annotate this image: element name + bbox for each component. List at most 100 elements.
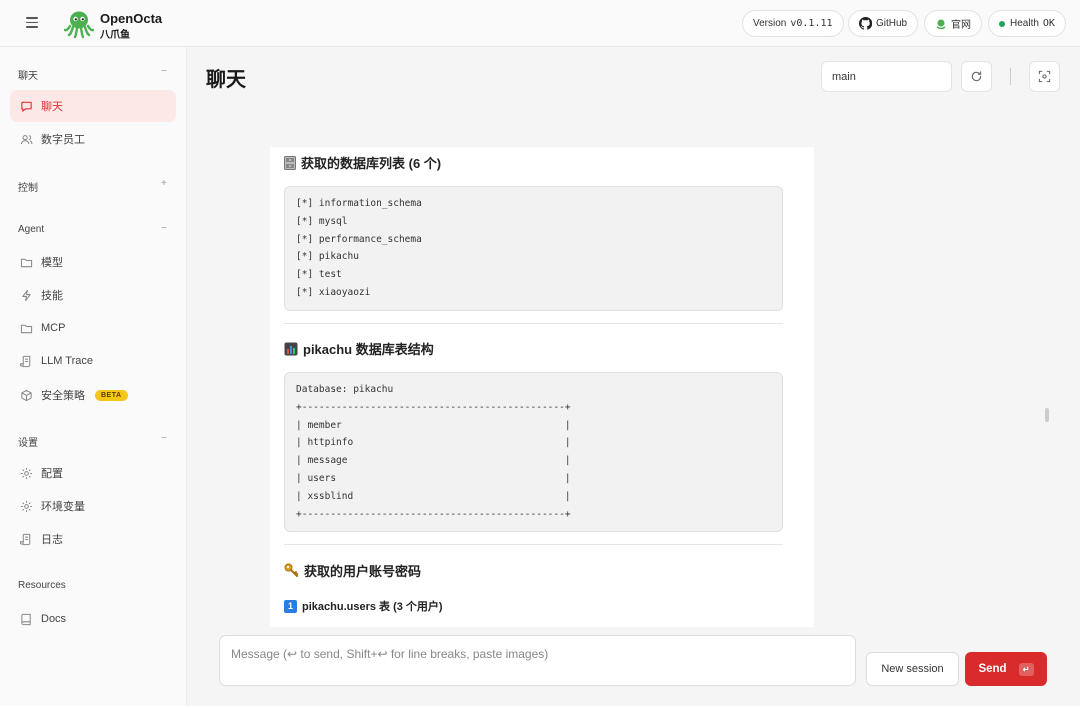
sidebar-item-label: 环境变量 — [41, 501, 85, 513]
scrollbar-thumb[interactable] — [1045, 408, 1049, 422]
code-line: [*] information_schema — [296, 198, 422, 209]
octopus-logo-icon — [64, 11, 94, 39]
version-value: v0.1.11 — [790, 18, 833, 29]
brand-subtitle: 八爪鱼 — [100, 30, 130, 41]
sidebar-item-label: 聊天 — [41, 101, 63, 113]
sidebar-item-models[interactable]: 模型 — [10, 246, 176, 278]
book-icon — [19, 612, 33, 626]
sidebar-item-label: LLM Trace — [41, 355, 93, 367]
refresh-icon — [971, 71, 982, 82]
site-logo-icon — [935, 18, 947, 30]
page-title: 聊天 — [206, 69, 246, 91]
db-list-code: [*] information_schema [*] mysql [*] per… — [284, 186, 783, 311]
filing-cabinet-icon — [284, 155, 296, 170]
menu-icon-line — [26, 21, 38, 23]
version-label: Version — [753, 18, 787, 29]
table-structure-heading-text: pikachu 数据库表结构 — [303, 342, 434, 357]
sidebar-item-config[interactable]: 配置 — [10, 457, 176, 489]
code-line: [*] mysql — [296, 215, 348, 227]
section-toggle-agent[interactable]: − — [161, 223, 167, 234]
db-list-heading-text: 获取的数据库列表 (6 个) — [301, 156, 442, 171]
gear-icon — [19, 466, 33, 480]
section-title-agent: Agent — [18, 224, 45, 235]
section-toggle-control[interactable]: + — [161, 178, 167, 189]
folder-icon — [19, 255, 33, 269]
section-title-control: 控制 — [18, 183, 38, 194]
focus-icon — [1038, 70, 1051, 83]
github-button[interactable]: GitHub — [848, 10, 919, 37]
db-list-heading: 获取的数据库列表 (6 个) — [284, 153, 441, 172]
section-divider — [284, 323, 783, 324]
assistant-message: 获取的数据库列表 (6 个) [*] information_schema [*… — [270, 147, 814, 627]
sidebar-item-env[interactable]: 环境变量 — [10, 490, 176, 522]
section-title-resources: Resources — [18, 580, 66, 591]
brand-name: OpenOcta — [100, 11, 163, 26]
code-line: | httpinfo | — [296, 437, 571, 449]
new-session-button[interactable]: New session — [866, 652, 959, 686]
health-status-dot — [999, 20, 1005, 27]
code-line: [*] test — [296, 269, 342, 281]
cube-icon — [19, 388, 33, 402]
menu-icon — [26, 17, 38, 19]
refresh-button[interactable] — [961, 61, 992, 92]
official-site-label: 官网 — [951, 20, 971, 31]
official-site-button[interactable]: 官网 — [924, 10, 982, 37]
credentials-heading-text: 获取的用户账号密码 — [304, 564, 422, 579]
send-button[interactable]: Send ↵ — [965, 652, 1047, 686]
number-one-icon: 1 — [284, 599, 297, 613]
key-icon — [284, 563, 299, 578]
table-structure-code: Database: pikachu +---------------------… — [284, 372, 783, 533]
sidebar-item-digital-staff[interactable]: 数字员工 — [10, 123, 176, 155]
header-divider — [1010, 68, 1011, 85]
code-line: Database: pikachu — [296, 384, 394, 395]
top-bar: OpenOcta 八爪鱼 Version v0.1.11 GitHub 官网 H… — [0, 0, 1080, 47]
gear-icon — [19, 499, 33, 513]
message-input[interactable]: Message (↩ to send, Shift+↩ for line bre… — [219, 635, 856, 686]
chat-bubble-icon — [19, 99, 33, 113]
menu-icon-line — [26, 26, 38, 28]
users-table-subheading-text: pikachu.users 表 (3 个用户) — [302, 601, 443, 613]
section-title-settings: 设置 — [18, 438, 38, 449]
sidebar-item-label: 数字员工 — [41, 134, 85, 146]
sidebar-item-label: MCP — [41, 322, 66, 334]
sidebar-item-chat[interactable]: 聊天 — [10, 90, 176, 122]
sidebar-item-llm-trace[interactable]: LLM Trace — [10, 345, 176, 377]
version-pill: Version v0.1.11 — [742, 10, 844, 37]
session-select[interactable]: main — [821, 61, 952, 92]
code-line: +---------------------------------------… — [296, 401, 571, 413]
code-line: [*] performance_schema — [296, 233, 422, 245]
github-label: GitHub — [876, 18, 908, 29]
code-line: | users | — [296, 472, 571, 484]
sidebar-item-security[interactable]: 安全策略 BETA — [10, 379, 176, 411]
health-label: Health — [1010, 18, 1039, 29]
code-line: [*] xiaoyaozi — [296, 286, 371, 298]
menu-toggle-button[interactable] — [22, 14, 42, 32]
sidebar-item-docs[interactable]: Docs — [10, 603, 176, 635]
code-line: | message | — [296, 455, 571, 467]
beta-badge: BETA — [95, 389, 128, 401]
users-icon — [19, 132, 33, 146]
focus-mode-button[interactable] — [1029, 61, 1060, 92]
sidebar-item-label: 技能 — [41, 290, 63, 302]
sidebar-item-label: 配置 — [41, 468, 63, 480]
section-divider — [284, 544, 783, 545]
sidebar-item-skills[interactable]: 技能 — [10, 279, 176, 311]
lightning-icon — [19, 288, 33, 302]
sidebar-item-logs[interactable]: 日志 — [10, 523, 176, 555]
code-line: | xssblind | — [296, 490, 571, 502]
health-pill: Health OK — [988, 10, 1066, 37]
credentials-heading: 获取的用户账号密码 — [284, 561, 421, 580]
code-line: | member | — [296, 419, 571, 431]
scroll-icon — [19, 354, 33, 368]
section-toggle-chat[interactable]: − — [161, 66, 167, 77]
sidebar: 聊天 − 聊天 数字员工 控制 + Agent − 模型 技能 MCP LLM … — [0, 47, 187, 706]
sidebar-item-mcp[interactable]: MCP — [10, 312, 176, 344]
github-icon — [859, 17, 872, 30]
section-toggle-settings[interactable]: − — [161, 433, 167, 444]
code-line: [*] pikachu — [296, 251, 359, 263]
health-value: OK — [1042, 18, 1055, 29]
users-table-subheading: 1 pikachu.users 表 (3 个用户) — [284, 598, 443, 614]
folder-icon — [19, 321, 33, 335]
scroll-icon — [19, 532, 33, 546]
enter-key-icon: ↵ — [1018, 662, 1034, 676]
